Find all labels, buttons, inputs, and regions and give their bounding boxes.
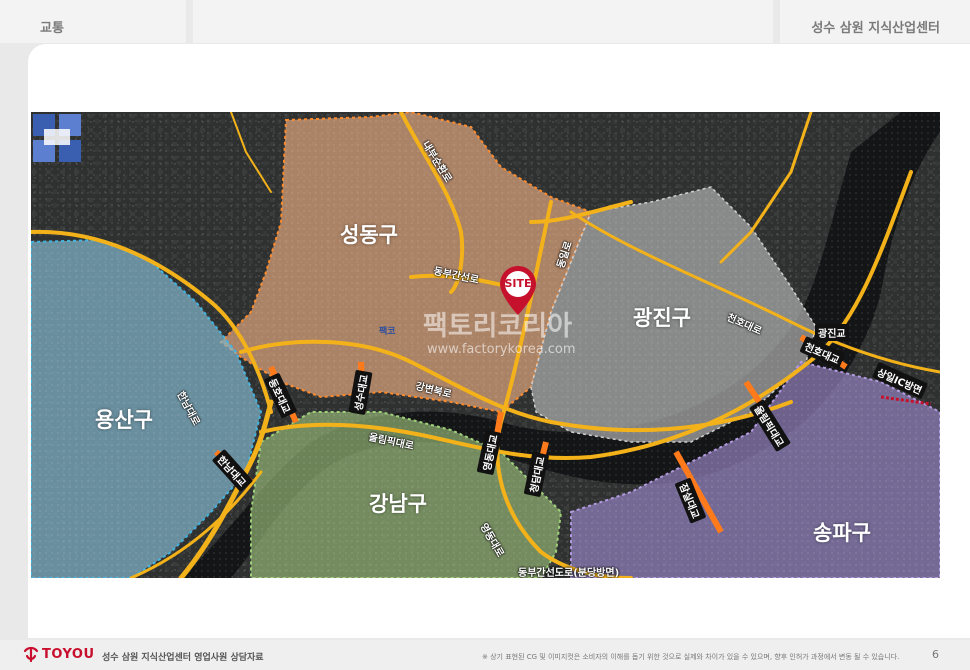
footer-title: 성수 삼원 지식산업센터 영업사원 상담자료 [102,653,264,663]
site-marker-label: SITE [504,277,532,290]
watermark-logo-text: 팩코 [379,327,396,337]
header-project-tab: 성수 삼원 지식산업센터 [780,0,970,43]
district-label-gwangjin: 광진구 [633,306,691,330]
header-section-label: 교통 [40,21,64,36]
map-pin-icon [500,266,536,315]
page: 교통 성수 삼원 지식산업센터 성동구 광진구 용산구 강남구 송파구 내부순환… [0,0,970,670]
footer-brand: TOYOU [42,647,95,662]
district-label-yongsan: 용산구 [95,408,153,432]
traffic-map: 성동구 광진구 용산구 강남구 송파구 내부순환로 동부간선로 강변북로 올림픽… [31,112,940,578]
district-label-seongdong: 성동구 [340,223,398,247]
site-marker[interactable]: SITE [498,265,538,317]
footer-disclaimer: ※ 상기 표현된 CG 및 이미지컷은 소비자의 이해를 돕기 위한 것으로 실… [482,653,900,661]
toyou-logo-icon [23,646,39,663]
watermark-logo-icon [33,114,81,162]
watermark-url: www.factorykorea.com [427,342,576,357]
header-section-tab: 교통 [0,0,186,43]
page-number: 6 [932,648,939,661]
road-label-dongbu-bundang: 동부간선도로(분당방면) [518,568,620,578]
district-label-songpa: 송파구 [813,521,871,545]
header-spacer [193,0,773,43]
header-project-label: 성수 삼원 지식산업센터 [811,21,940,36]
bridge-label-gwangjin: 광진교 [815,324,849,341]
district-label-gangnam: 강남구 [369,492,427,516]
